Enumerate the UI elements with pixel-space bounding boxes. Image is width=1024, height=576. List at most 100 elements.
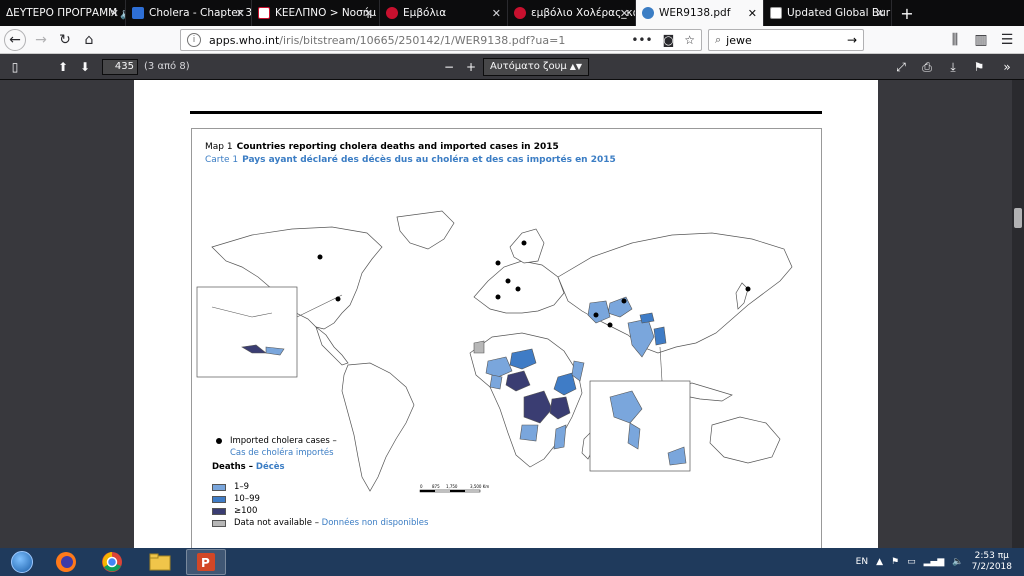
tab-updated-global-burden[interactable]: Updated Global Bur ✕ <box>764 0 892 26</box>
tab-deftero-programma[interactable]: ΔΕΥΤΕΡΟ ΠΡΟΓΡΑΜΜ 🔊 ✕ <box>0 0 126 26</box>
system-tray: EN ▲ ⚑ ▭ ▂▄▆ 🔈 2:53 πμ 7/2/2018 <box>856 548 1012 576</box>
url-path: /iris/bitstream/10665/250142/1/WER9138.p… <box>279 33 566 47</box>
scale-tick-2: 1,750 <box>446 484 458 489</box>
page-actions-icon[interactable]: ••• <box>631 33 652 47</box>
url-bar[interactable]: i apps.who.int /iris/bitstream/10665/250… <box>180 29 702 51</box>
search-bar[interactable]: ⌕ jewe → <box>708 29 864 51</box>
presentation-mode-icon[interactable]: ⤢ <box>892 58 910 76</box>
india-light <box>627 318 655 358</box>
site-favicon-icon <box>514 7 526 19</box>
document-icon <box>770 7 782 19</box>
bookmark-star-icon[interactable]: ☆ <box>684 33 695 47</box>
menu-icon[interactable]: ☰ <box>996 29 1018 51</box>
scale-tick-3: 3,500 Km <box>470 484 489 489</box>
taskbar-chrome[interactable] <box>92 549 132 575</box>
pocket-icon[interactable]: ◙ <box>663 33 675 47</box>
search-input[interactable]: jewe <box>726 34 752 47</box>
greenland-shape <box>396 210 455 250</box>
close-icon[interactable]: ✕ <box>110 7 119 20</box>
close-icon[interactable]: ✕ <box>492 7 501 20</box>
search-go-icon[interactable]: → <box>847 33 857 47</box>
window-icon[interactable]: ▭ <box>907 557 916 567</box>
angola-light <box>519 424 539 442</box>
zoom-value: Αυτόματο ζουμ <box>490 61 567 72</box>
previous-page-icon[interactable]: ⬆ <box>54 58 72 76</box>
save-icon[interactable]: ⤓ <box>944 58 962 76</box>
close-icon[interactable]: ✕ <box>620 7 629 20</box>
tab-cholera-chapter[interactable]: Cholera - Chapter 3 ✕ <box>126 0 252 26</box>
pdf-page: Map 1 Countries reporting cholera deaths … <box>134 80 878 548</box>
language-indicator[interactable]: EN <box>856 557 868 567</box>
reload-button[interactable]: ↻ <box>54 29 76 51</box>
back-button[interactable]: ← <box>4 29 26 51</box>
clock[interactable]: 2:53 πμ 7/2/2018 <box>972 551 1012 573</box>
zoom-in-icon[interactable]: + <box>462 58 480 76</box>
tab-label: Updated Global Bur <box>787 7 891 19</box>
header-rule <box>190 111 822 114</box>
page-number-input[interactable]: 435 <box>102 59 138 75</box>
bin-1-label: 1–9 <box>234 482 250 492</box>
scrollbar-thumb[interactable] <box>1014 208 1022 228</box>
scandinavia-shape <box>509 228 545 264</box>
close-icon[interactable]: ✕ <box>236 7 245 20</box>
powerpoint-icon: P <box>197 553 215 571</box>
taskbar-firefox[interactable] <box>46 549 86 575</box>
bookmark-icon[interactable]: ⚑ <box>970 58 988 76</box>
tab-wer9138-pdf[interactable]: WER9138.pdf ✕ <box>636 0 764 26</box>
zoom-out-icon[interactable]: − <box>440 58 458 76</box>
next-page-icon[interactable]: ⬇ <box>76 58 94 76</box>
myanmar-medium <box>653 326 667 346</box>
windows-logo-icon <box>11 551 33 573</box>
sidebar-icon[interactable]: ▥ <box>970 29 992 51</box>
swatch-na <box>212 519 226 527</box>
asia-shape <box>557 232 793 354</box>
flag-icon[interactable]: ⚑ <box>891 557 899 567</box>
legend-deaths-en: Deaths – <box>212 462 253 472</box>
taskbar-explorer[interactable] <box>140 549 180 575</box>
new-tab-button[interactable]: + <box>892 0 922 26</box>
tray-expand-icon[interactable]: ▲ <box>876 557 883 567</box>
scale-tick-1: 875 <box>432 484 440 489</box>
volume-icon[interactable]: 🔈 <box>952 557 963 567</box>
print-icon[interactable]: ⎙ <box>918 58 936 76</box>
forward-button[interactable]: → <box>30 29 52 51</box>
australia-shape <box>709 416 781 464</box>
mauritania-na <box>473 340 485 354</box>
info-icon[interactable]: i <box>187 33 201 47</box>
imported-dot-usa <box>335 296 341 302</box>
legend-deaths-fr: Décès <box>255 462 285 472</box>
central-america-shape <box>315 325 349 366</box>
map-heading-fr: Pays ayant déclaré des décès dus au chol… <box>242 155 616 165</box>
sidebar-toggle-icon[interactable]: ▯ <box>6 58 24 76</box>
imported-dot-icon <box>216 438 222 444</box>
tools-icon[interactable]: » <box>998 58 1016 76</box>
clock-date: 7/2/2018 <box>971 562 1012 572</box>
vertical-scrollbar[interactable] <box>1012 80 1024 548</box>
svg-text:P: P <box>201 556 210 570</box>
zoom-select[interactable]: Αυτόματο ζουμ ▲▼ <box>483 58 589 76</box>
close-icon[interactable]: ✕ <box>876 7 885 20</box>
legend-deaths-heading: Deaths – Décès <box>212 461 428 473</box>
scale-bar: 0 875 1,750 3,500 Km <box>419 484 489 493</box>
library-icon[interactable]: ⫼ <box>944 29 966 51</box>
tab-emvolio-xoleras[interactable]: εμβόλιο Χολέρας_κα ✕ <box>508 0 636 26</box>
legend-bin-3: ≥100 <box>212 505 428 517</box>
pdf-viewer: Map 1 Countries reporting cholera deaths … <box>0 80 1024 548</box>
close-icon[interactable]: ✕ <box>364 7 373 20</box>
close-icon[interactable]: ✕ <box>748 7 757 20</box>
signal-icon[interactable]: ▂▄▆ <box>924 557 945 567</box>
imported-dot-saudi <box>593 312 599 318</box>
globe-icon <box>642 7 654 19</box>
start-button[interactable] <box>2 549 42 575</box>
tab-keelpno[interactable]: ΚΕΕΛΠΝΟ > Νοσήμ ✕ <box>252 0 380 26</box>
imported-dot-spain <box>495 294 501 300</box>
taskbar-powerpoint[interactable]: P <box>186 549 226 575</box>
home-button[interactable]: ⌂ <box>78 29 100 51</box>
imported-dot-germany <box>505 278 511 284</box>
tab-label: ΚΕΕΛΠΝΟ > Νοσήμ <box>275 7 377 19</box>
swatch-dark <box>212 507 226 515</box>
tab-label: Εμβόλια <box>403 7 447 19</box>
tab-emvolia[interactable]: Εμβόλια ✕ <box>380 0 508 26</box>
clock-time: 2:53 πμ <box>974 551 1009 561</box>
map-heading-en: Countries reporting cholera deaths and i… <box>236 142 559 152</box>
